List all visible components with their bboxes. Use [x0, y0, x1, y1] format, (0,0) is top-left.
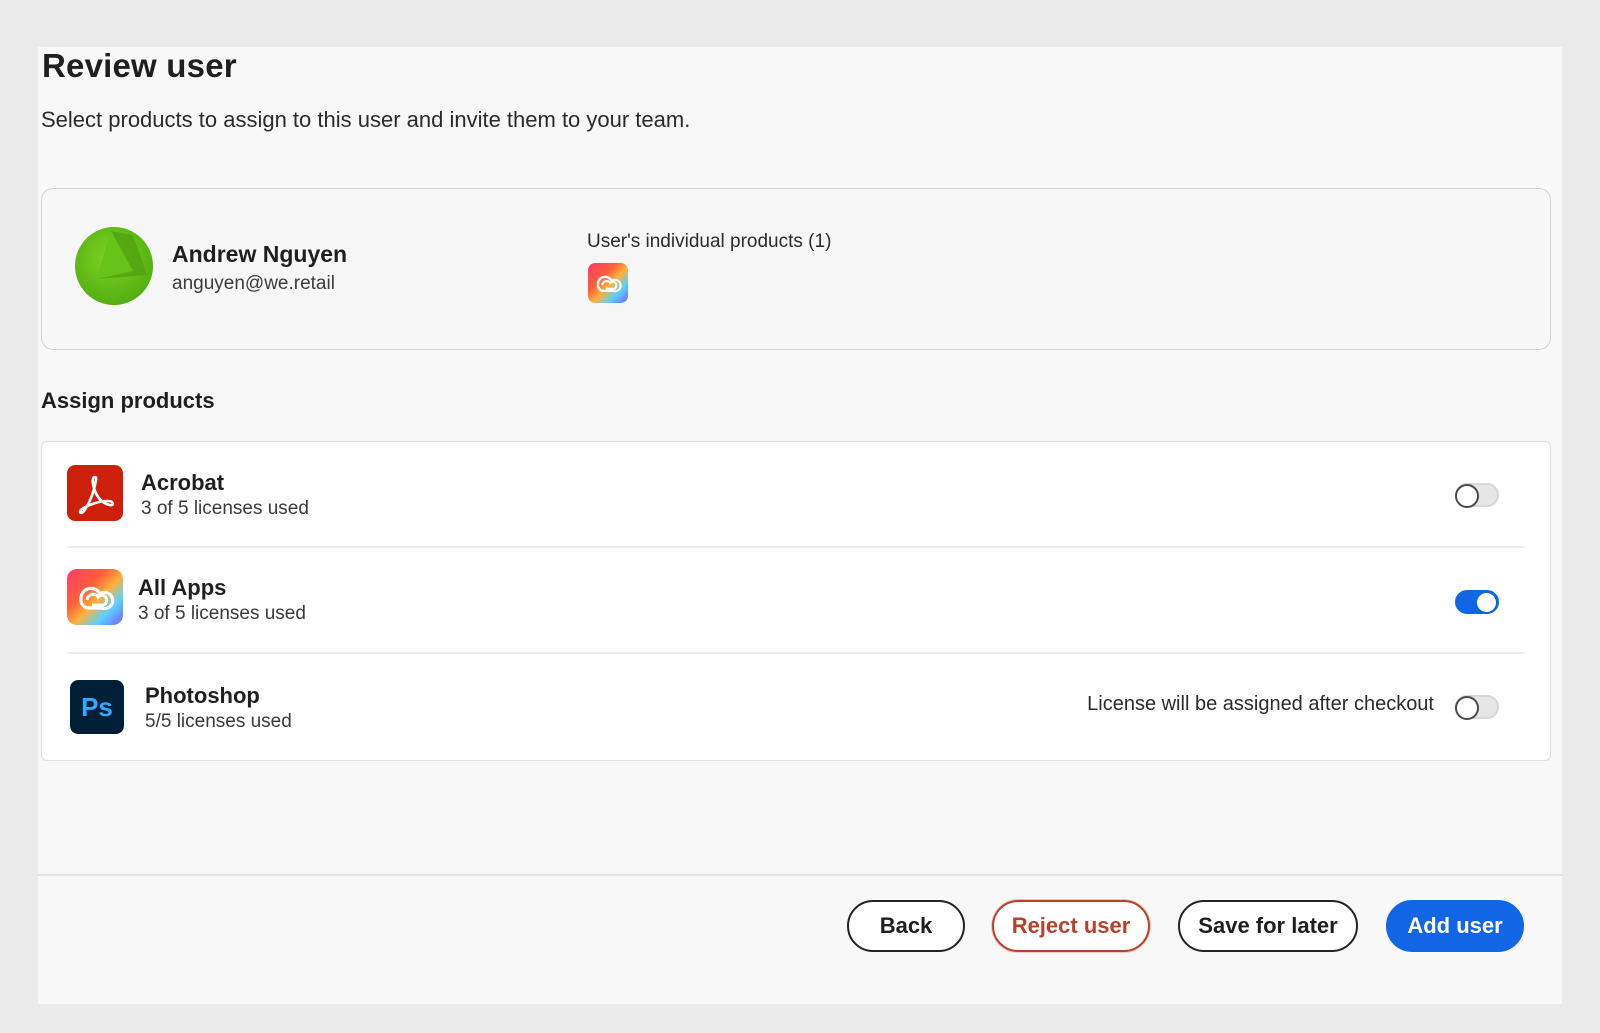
product-row-all-apps: All Apps 3 of 5 licenses used	[42, 548, 1550, 654]
product-license-count: 3 of 5 licenses used	[138, 603, 306, 625]
product-row-acrobat: Acrobat 3 of 5 licenses used	[42, 442, 1550, 548]
product-license-count: 3 of 5 licenses used	[141, 498, 309, 520]
photoshop-icon: Ps	[70, 680, 124, 734]
reject-user-button[interactable]: Reject user	[992, 900, 1150, 952]
save-for-later-button[interactable]: Save for later	[1178, 900, 1358, 952]
footer-divider	[38, 874, 1562, 876]
toggle-knob	[1477, 593, 1496, 612]
product-name: Acrobat	[141, 470, 224, 496]
page-title: Review user	[42, 47, 237, 85]
toggle-all-apps[interactable]	[1455, 590, 1499, 614]
toggle-photoshop[interactable]	[1455, 695, 1499, 719]
user-email: anguyen@we.retail	[172, 273, 335, 295]
individual-products-label: User's individual products (1)	[587, 231, 831, 253]
creative-cloud-icon	[588, 263, 628, 303]
creative-cloud-icon	[67, 569, 123, 625]
page-subtitle: Select products to assign to this user a…	[41, 107, 690, 133]
avatar-shape-icon	[75, 227, 153, 305]
back-button[interactable]: Back	[847, 900, 965, 952]
product-name: All Apps	[138, 575, 226, 601]
review-user-dialog: Review user Select products to assign to…	[38, 47, 1562, 1004]
toggle-acrobat[interactable]	[1455, 483, 1499, 507]
svg-text:Ps: Ps	[81, 692, 113, 722]
acrobat-icon	[67, 465, 123, 521]
product-name: Photoshop	[145, 683, 260, 709]
license-note: License will be assigned after checkout	[1022, 693, 1434, 716]
product-list: Acrobat 3 of 5 licenses used	[41, 441, 1551, 761]
product-license-count: 5/5 licenses used	[145, 711, 292, 733]
add-user-button[interactable]: Add user	[1386, 900, 1524, 952]
toggle-knob	[1455, 484, 1479, 508]
user-name: Andrew Nguyen	[172, 241, 347, 268]
product-row-photoshop: Ps Photoshop 5/5 licenses used License w…	[42, 654, 1550, 760]
toggle-knob	[1455, 696, 1479, 720]
avatar	[75, 227, 153, 305]
user-card: Andrew Nguyen anguyen@we.retail User's i…	[41, 188, 1551, 350]
assign-products-title: Assign products	[41, 388, 215, 414]
